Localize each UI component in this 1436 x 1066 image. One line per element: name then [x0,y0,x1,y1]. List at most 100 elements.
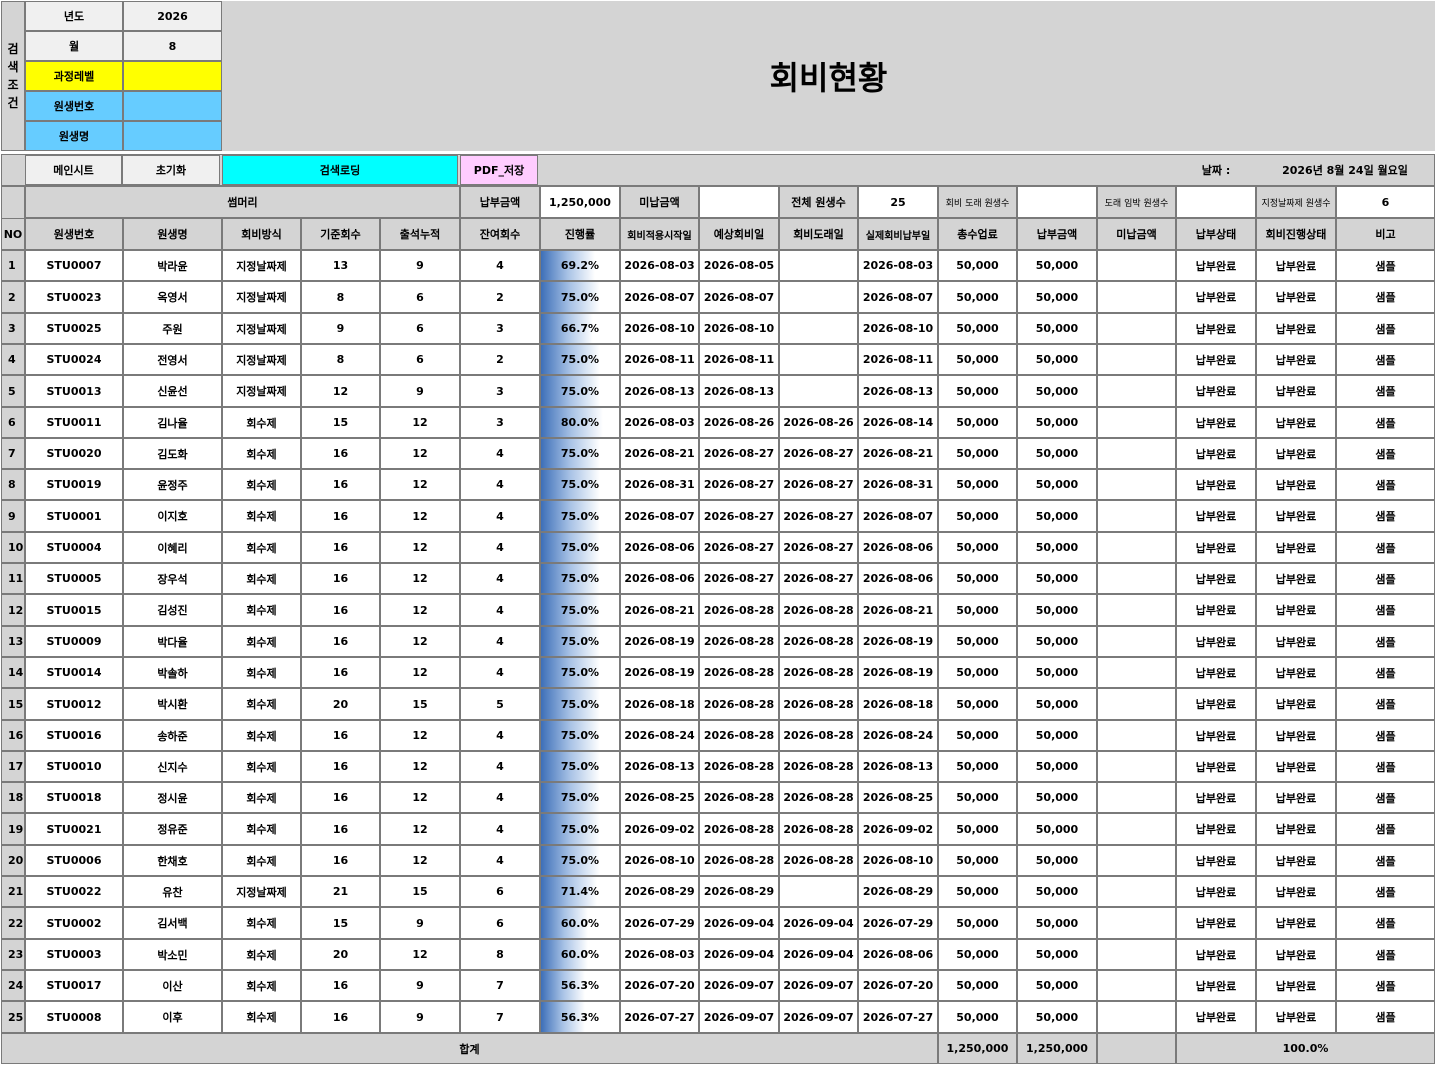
table-cell: 12 [301,375,380,407]
search-field-month[interactable]: 8 [123,31,222,61]
table-cell: 한채호 [123,845,222,876]
table-cell: 김서백 [123,907,222,939]
progress-cell: 80.0% [540,407,620,438]
table-cell: 16 [301,500,380,532]
table-cell: 박소민 [123,939,222,970]
table-cell: 2026-08-06 [620,563,699,594]
table-cell: 16 [301,532,380,563]
table-cell: 2026-08-03 [858,250,938,281]
table-cell: 50,000 [1017,313,1097,344]
progress-cell: 75.0% [540,845,620,876]
search-field-year[interactable]: 2026 [123,1,222,31]
table-cell: 회수제 [222,657,301,688]
table-cell: 50,000 [938,751,1017,782]
table-cell: 50,000 [1017,688,1097,720]
table-cell: 2026-08-10 [858,845,938,876]
pdf-save-button[interactable]: PDF_저장 [460,155,538,185]
page-title: 회비현황 [222,1,1435,151]
search-field-student-name[interactable] [123,121,222,151]
table-cell: 2026-08-27 [779,469,858,500]
table-cell: 9 [380,907,460,939]
table-cell: 납부완료 [1176,907,1256,939]
table-cell: 2026-08-03 [620,407,699,438]
progress-cell: 75.0% [540,532,620,563]
table-cell: STU0013 [25,375,123,407]
table-cell: 2026-08-28 [779,782,858,813]
table-cell: 회수제 [222,563,301,594]
progress-value: 75.0% [560,572,600,585]
table-cell [1097,469,1176,500]
table-cell: 납부완료 [1256,281,1336,313]
main-sheet-button[interactable]: 메인시트 [25,155,122,185]
table-cell: 2026-08-19 [620,626,699,657]
search-field-level[interactable] [123,61,222,91]
table-cell: 16 [301,626,380,657]
table-cell: 50,000 [1017,782,1097,813]
progress-cell: 60.0% [540,907,620,939]
table-cell: 납부완료 [1256,438,1336,469]
reset-button[interactable]: 초기화 [122,155,220,185]
table-cell: STU0017 [25,970,123,1001]
search-field-student-no[interactable] [123,91,222,121]
table-cell: 50,000 [1017,438,1097,469]
table-cell: 납부완료 [1176,845,1256,876]
table-cell: 50,000 [938,594,1017,626]
table-cell: 납부완료 [1176,876,1256,907]
table-cell: 2026-09-07 [699,970,779,1001]
row-number: 24 [1,970,25,1001]
table-cell: 납부완료 [1176,626,1256,657]
table-cell: STU0014 [25,657,123,688]
table-cell: 회수제 [222,751,301,782]
table-cell: 2026-08-05 [699,250,779,281]
table-cell: 12 [380,532,460,563]
table-cell: 납부완료 [1256,845,1336,876]
table-cell: 2026-08-28 [699,782,779,813]
table-cell: STU0006 [25,845,123,876]
progress-value: 66.7% [560,322,600,335]
table-cell: 2 [460,344,540,375]
row-number: 20 [1,845,25,876]
table-cell: 4 [460,250,540,281]
table-cell: 50,000 [1017,500,1097,532]
column-header-1: 원생번호 [25,218,123,250]
table-cell: 샘플 [1336,407,1435,438]
row-number: 19 [1,813,25,845]
column-header-13: 납부금액 [1017,218,1097,250]
table-cell: 2026-09-07 [779,1001,858,1033]
search-load-button[interactable]: 검색로딩 [222,155,458,185]
table-cell: 납부완료 [1256,313,1336,344]
table-cell: 납부완료 [1176,438,1256,469]
table-cell: 16 [301,751,380,782]
table-cell: 샘플 [1336,313,1435,344]
table-cell: 12 [380,845,460,876]
table-cell: 12 [380,500,460,532]
table-cell: 4 [460,626,540,657]
table-cell: 50,000 [1017,594,1097,626]
table-cell: 50,000 [1017,813,1097,845]
table-cell: 2026-08-25 [858,782,938,813]
table-cell: 회수제 [222,438,301,469]
date-label: 날짜 : [1176,155,1256,185]
table-cell: 납부완료 [1256,720,1336,751]
table-cell: 2026-08-29 [620,876,699,907]
table-cell: 지정날짜제 [222,876,301,907]
row-number: 23 [1,939,25,970]
table-cell: 2026-08-28 [699,657,779,688]
table-cell: 16 [301,720,380,751]
table-cell: 4 [460,845,540,876]
table-cell: 50,000 [1017,250,1097,281]
table-cell: 회수제 [222,407,301,438]
table-cell [779,344,858,375]
progress-cell: 69.2% [540,250,620,281]
table-cell: 5 [460,688,540,720]
table-cell: 이후 [123,1001,222,1033]
table-cell: 2026-08-07 [858,500,938,532]
column-header-6: 잔여회수 [460,218,540,250]
table-cell: 납부완료 [1176,782,1256,813]
table-cell: 2026-08-11 [858,344,938,375]
table-cell: 회수제 [222,970,301,1001]
column-header-0: NO [1,218,25,250]
table-cell: 3 [460,407,540,438]
progress-value: 75.0% [560,509,600,523]
table-cell: 2026-08-28 [699,845,779,876]
